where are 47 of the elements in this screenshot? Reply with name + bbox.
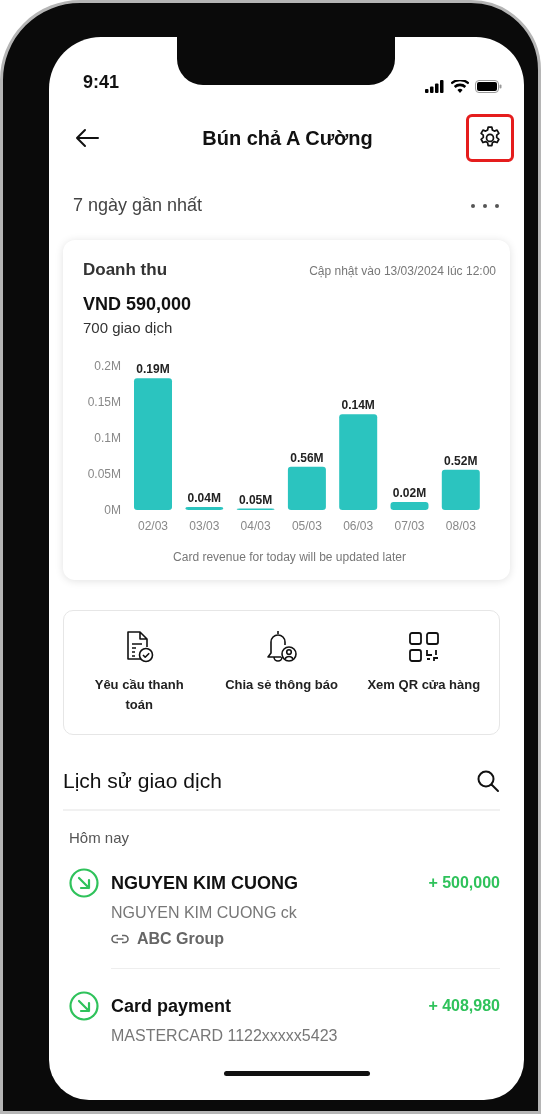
transaction-amount: + 408,980 <box>428 997 500 1015</box>
date-label: 08/03 <box>445 519 476 533</box>
bar-value-label: 0.19M <box>136 362 170 377</box>
linked-group: ABC Group <box>137 930 225 948</box>
date-label: 06/03 <box>343 519 374 533</box>
bar-value-label: 0.52M <box>444 453 478 468</box>
transaction-amount: + 500,000 <box>428 874 500 892</box>
chart-note: Card revenue for today will be updated later <box>172 550 407 564</box>
transaction-count: 700 giao dịch <box>83 319 174 336</box>
signal-icon <box>425 80 445 93</box>
section-title: Lịch sử giao dịch <box>63 769 222 793</box>
axis-tick-label: 0.1M <box>94 431 121 445</box>
period-label: 7 ngày gần nhất <box>73 195 203 216</box>
quick-action-button[interactable]: Yêu cầu thanh toán <box>68 629 211 714</box>
link-icon <box>111 934 129 944</box>
quick-action-button[interactable]: Xem QR cửa hàng <box>352 629 495 714</box>
status-time: 9:41 <box>83 72 120 93</box>
card-title: Doanh thu <box>83 260 168 280</box>
bar-value-label: 0.04M <box>187 491 221 506</box>
date-label: 03/03 <box>189 519 220 533</box>
bar-value-label: 0.05M <box>238 492 273 507</box>
date-label: 02/03 <box>138 519 168 533</box>
bar-value-label: 0.02M <box>392 486 427 501</box>
more-icon[interactable] <box>470 202 500 209</box>
transaction-name: NGUYEN KIM CUONG <box>111 872 298 894</box>
transaction-name: Card payment <box>111 995 232 1017</box>
axis-tick-label: 0.2M <box>94 359 121 373</box>
axis-tick-label: 0M <box>104 503 121 517</box>
settings-button[interactable] <box>466 114 514 162</box>
transaction-description: MASTERCARD 1122xxxxx5423 <box>111 1027 339 1045</box>
bar-value-label: 0.56M <box>290 450 324 465</box>
page-title: Bún chả A Cường <box>202 126 373 150</box>
date-label: 04/03 <box>240 519 271 533</box>
revenue-total: VND 590,000 <box>83 294 193 315</box>
date-label: 07/03 <box>394 519 425 533</box>
quick-action-button[interactable]: Chia sẻ thông báo <box>210 629 353 714</box>
date-group-label: Hôm nay <box>69 829 131 846</box>
battery-icon <box>475 80 502 93</box>
date-label: 05/03 <box>291 519 322 533</box>
transaction-description: NGUYEN KIM CUONG ck <box>111 904 298 922</box>
axis-tick-label: 0.15M <box>87 395 121 409</box>
back-arrow-icon <box>75 128 99 148</box>
wifi-icon <box>451 80 469 93</box>
updated-time: Cập nhật vào 13/03/2024 lúc 12:00 <box>309 264 496 278</box>
axis-tick-label: 0.05M <box>87 467 121 481</box>
search-icon[interactable] <box>476 769 500 793</box>
bar-value-label: 0.14M <box>341 398 375 413</box>
